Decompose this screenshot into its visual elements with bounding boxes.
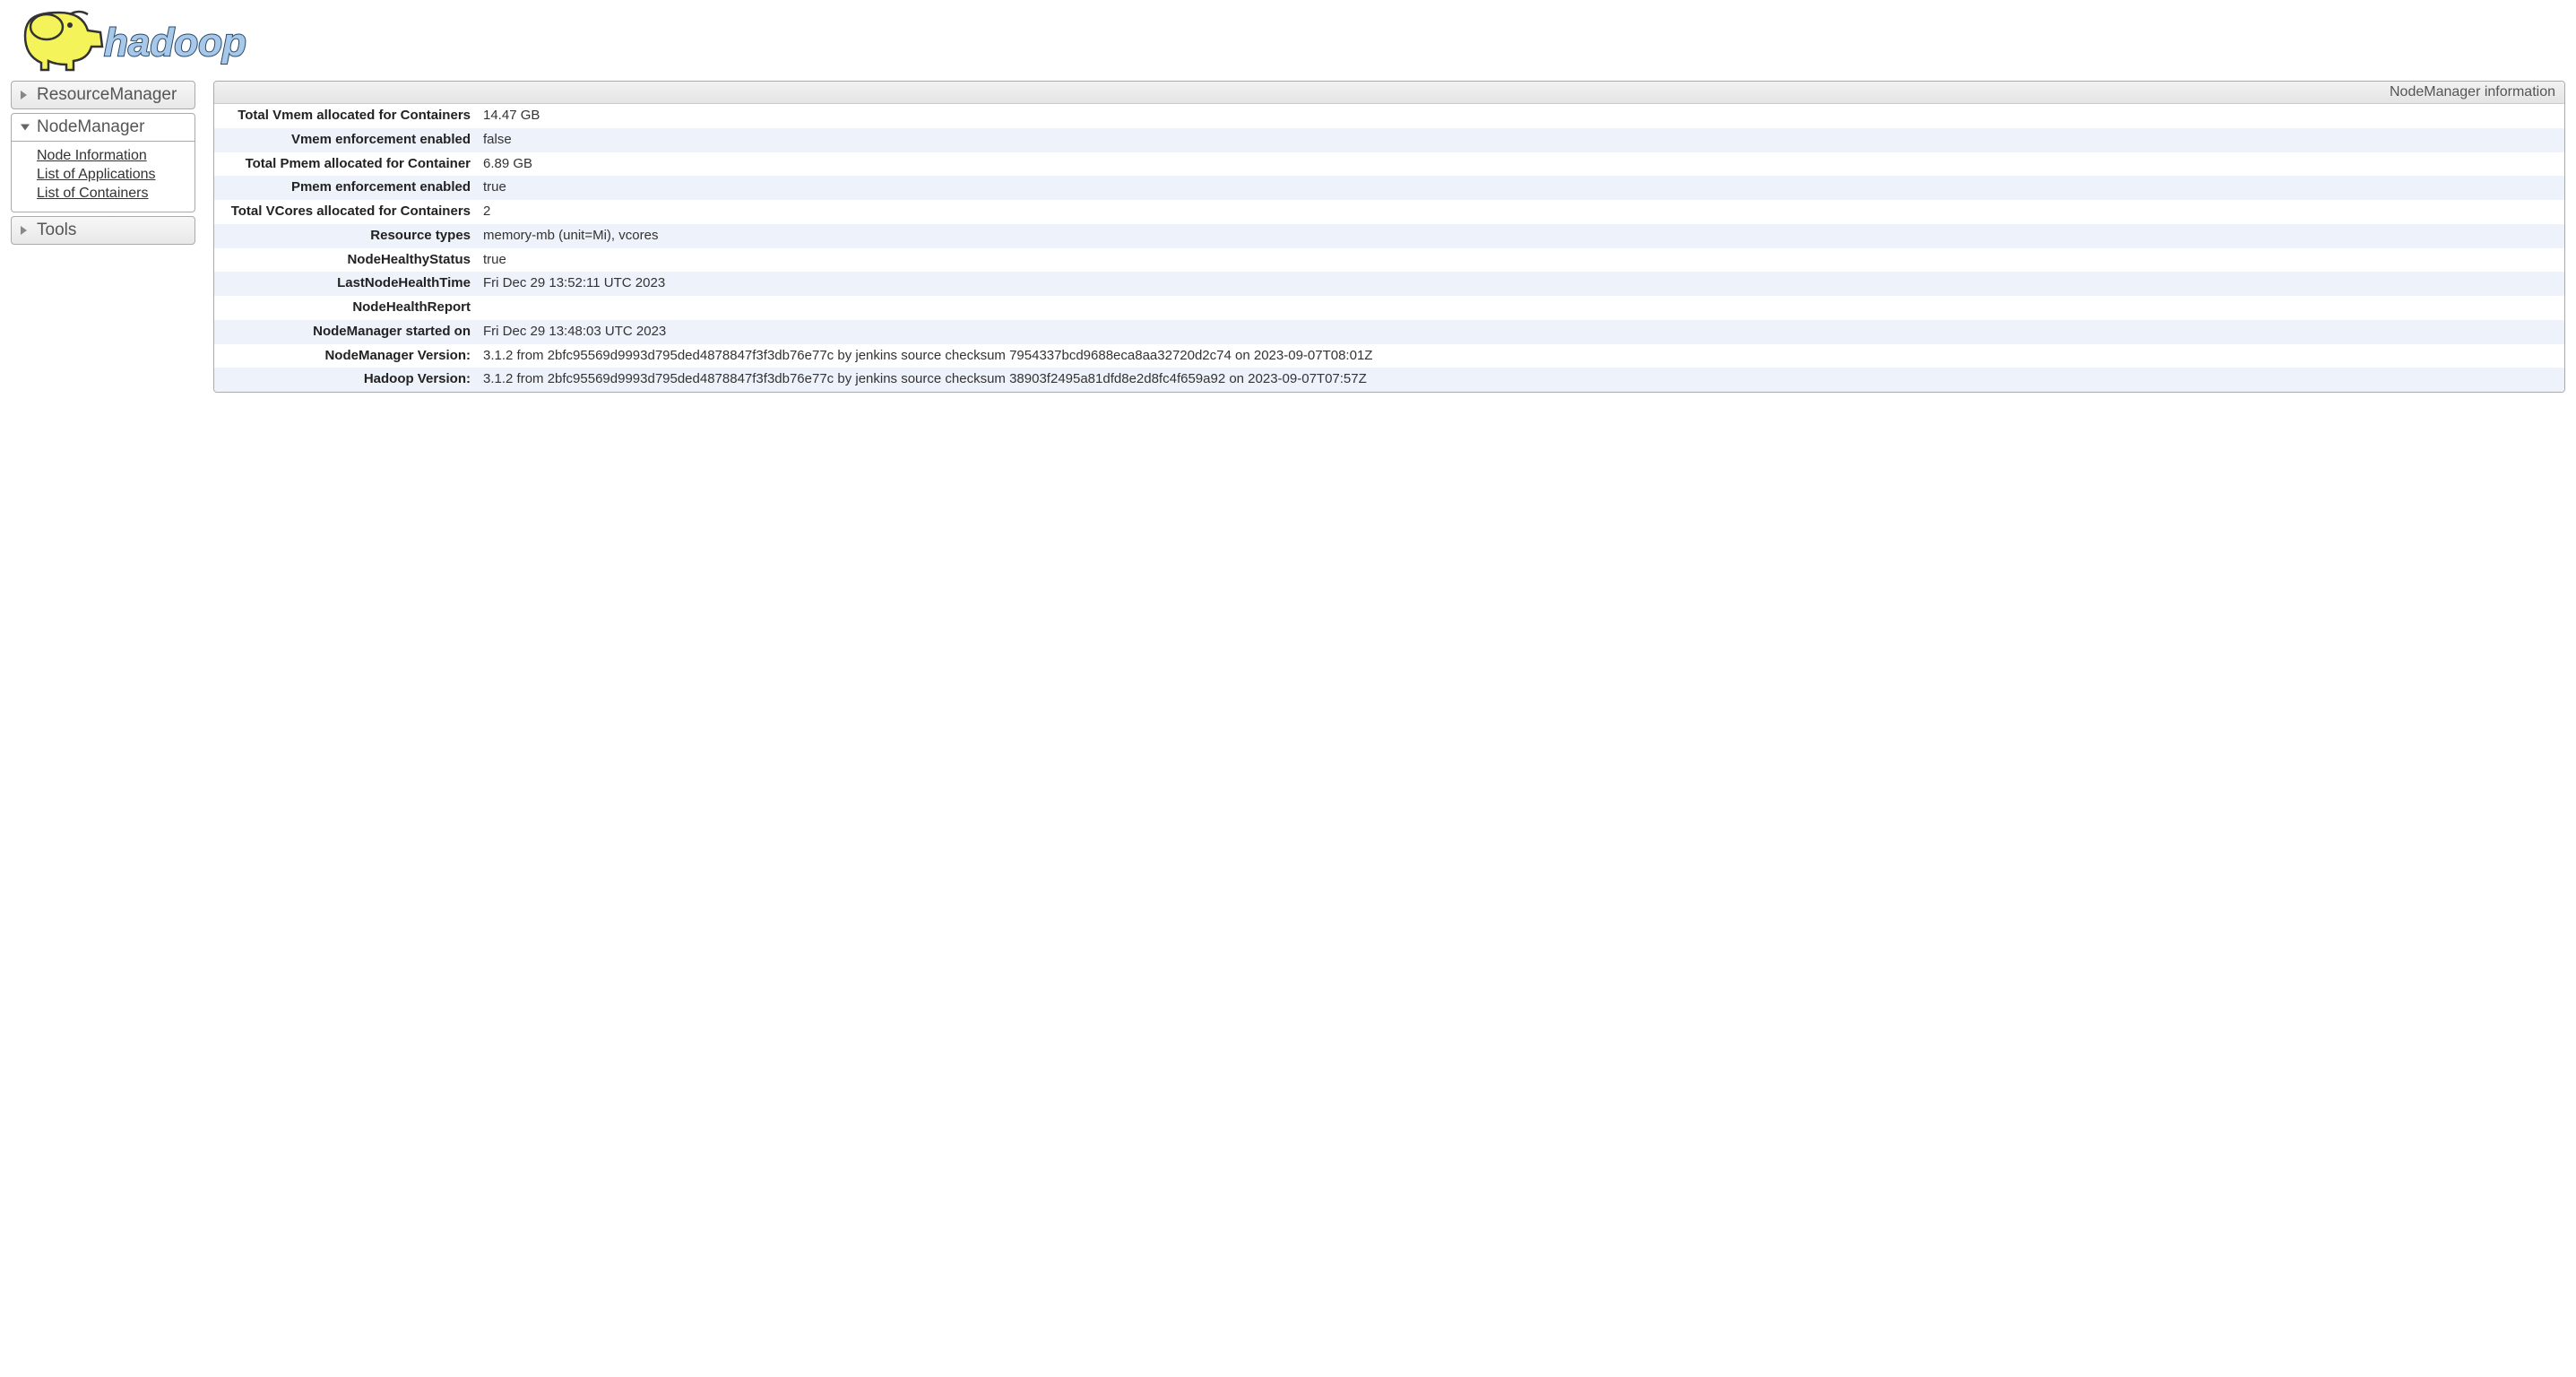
table-row: Vmem enforcement enabledfalse bbox=[214, 128, 2564, 152]
info-label: Resource types bbox=[214, 224, 480, 248]
sidebar-section-label: Tools bbox=[37, 221, 76, 239]
sidebar-section-tools[interactable]: Tools bbox=[11, 216, 195, 245]
sidebar-link-node-information[interactable]: Node Information bbox=[37, 147, 189, 166]
info-value: 6.89 GB bbox=[480, 152, 2564, 177]
sidebar-section-resourcemanager[interactable]: ResourceManager bbox=[11, 81, 195, 109]
info-value: false bbox=[480, 128, 2564, 152]
chevron-down-icon bbox=[21, 125, 30, 131]
info-label: NodeManager started on bbox=[214, 320, 480, 344]
table-row: LastNodeHealthTimeFri Dec 29 13:52:11 UT… bbox=[214, 272, 2564, 296]
info-label: LastNodeHealthTime bbox=[214, 272, 480, 296]
info-value: 3.1.2 from 2bfc95569d9993d795ded4878847f… bbox=[480, 344, 2564, 368]
info-label: Total VCores allocated for Containers bbox=[214, 200, 480, 224]
info-value: 3.1.2 from 2bfc95569d9993d795ded4878847f… bbox=[480, 368, 2564, 392]
table-row: NodeManager started onFri Dec 29 13:48:0… bbox=[214, 320, 2564, 344]
info-label: NodeManager Version: bbox=[214, 344, 480, 368]
table-row: Total Vmem allocated for Containers14.47… bbox=[214, 104, 2564, 128]
table-row: Pmem enforcement enabledtrue bbox=[214, 176, 2564, 200]
info-value: Fri Dec 29 13:48:03 UTC 2023 bbox=[480, 320, 2564, 344]
info-value: memory-mb (unit=Mi), vcores bbox=[480, 224, 2564, 248]
info-label: Hadoop Version: bbox=[214, 368, 480, 392]
table-row: NodeHealthyStatustrue bbox=[214, 248, 2564, 273]
info-label: Total Vmem allocated for Containers bbox=[214, 104, 480, 128]
info-value: true bbox=[480, 248, 2564, 273]
info-value: 2 bbox=[480, 200, 2564, 224]
sidebar: ResourceManager NodeManager Node Informa… bbox=[11, 81, 195, 248]
table-row: NodeHealthReport bbox=[214, 296, 2564, 320]
info-label: NodeHealthyStatus bbox=[214, 248, 480, 273]
chevron-right-icon bbox=[21, 91, 27, 100]
table-row: Total VCores allocated for Containers2 bbox=[214, 200, 2564, 224]
table-row: NodeManager Version:3.1.2 from 2bfc95569… bbox=[214, 344, 2564, 368]
info-value: 14.47 GB bbox=[480, 104, 2564, 128]
info-label: NodeHealthReport bbox=[214, 296, 480, 320]
info-label: Pmem enforcement enabled bbox=[214, 176, 480, 200]
info-value: true bbox=[480, 176, 2564, 200]
main-panel: NodeManager information Total Vmem alloc… bbox=[213, 81, 2565, 393]
info-label: Vmem enforcement enabled bbox=[214, 128, 480, 152]
info-label: Total Pmem allocated for Container bbox=[214, 152, 480, 177]
sidebar-section-nodemanager[interactable]: NodeManager bbox=[11, 113, 195, 142]
hadoop-logo: hadoop bbox=[11, 5, 2565, 81]
sidebar-section-nodemanager-body: Node Information List of Applications Li… bbox=[11, 142, 195, 212]
panel-title: NodeManager information bbox=[214, 82, 2564, 104]
chevron-right-icon bbox=[21, 226, 27, 235]
sidebar-section-label: NodeManager bbox=[37, 117, 144, 136]
info-value bbox=[480, 296, 2564, 320]
sidebar-link-list-applications[interactable]: List of Applications bbox=[37, 166, 189, 185]
table-row: Hadoop Version:3.1.2 from 2bfc95569d9993… bbox=[214, 368, 2564, 392]
table-row: Resource typesmemory-mb (unit=Mi), vcore… bbox=[214, 224, 2564, 248]
sidebar-section-label: ResourceManager bbox=[37, 85, 177, 104]
node-info-table: Total Vmem allocated for Containers14.47… bbox=[214, 104, 2564, 392]
table-row: Total Pmem allocated for Container6.89 G… bbox=[214, 152, 2564, 177]
svg-text:hadoop: hadoop bbox=[104, 21, 246, 65]
info-value: Fri Dec 29 13:52:11 UTC 2023 bbox=[480, 272, 2564, 296]
sidebar-link-list-containers[interactable]: List of Containers bbox=[37, 185, 189, 204]
